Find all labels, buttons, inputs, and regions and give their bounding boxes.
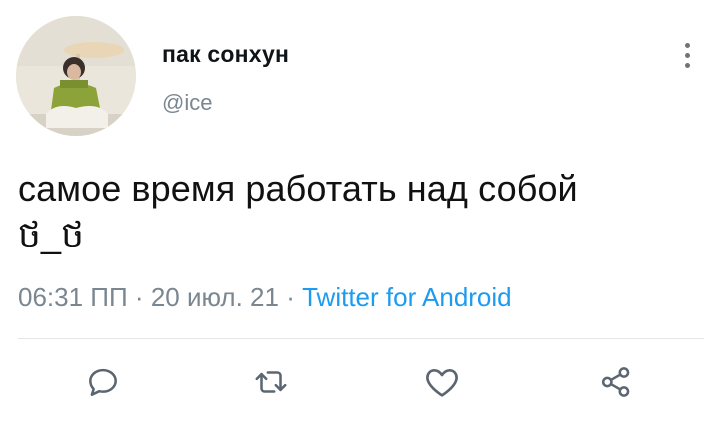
retweet-icon xyxy=(255,371,287,393)
tweet-time: 06:31 ПП xyxy=(18,282,128,312)
share-button[interactable] xyxy=(594,360,638,404)
action-bar xyxy=(0,360,720,404)
reply-icon xyxy=(89,368,117,396)
more-vertical-icon-dot xyxy=(684,52,690,58)
avatar-image xyxy=(16,16,136,136)
like-button[interactable] xyxy=(420,360,464,404)
retweet-button[interactable] xyxy=(249,360,293,404)
tweet-text-line: ថ_ថ xyxy=(18,214,85,255)
tweet-text: самое время работать над собой ថ_ថ xyxy=(18,166,708,258)
more-vertical-icon-dot xyxy=(684,62,690,68)
separator: · xyxy=(134,282,144,312)
more-vertical-icon xyxy=(684,42,690,48)
tweet-card: пак сонхун @ice самое время работать над… xyxy=(0,0,720,436)
tweet-metadata: 06:31 ПП · 20 июл. 21 · Twitter for Andr… xyxy=(18,282,512,313)
tweet-source-link[interactable]: Twitter for Android xyxy=(302,282,512,312)
author-handle[interactable]: @ice xyxy=(162,90,212,116)
tweet-date: 20 июл. 21 xyxy=(150,282,279,312)
heart-icon xyxy=(426,369,458,397)
avatar[interactable] xyxy=(16,16,136,136)
author-display-name[interactable]: пак сонхун xyxy=(162,41,289,68)
share-icon xyxy=(601,367,630,397)
more-options-button[interactable] xyxy=(672,38,702,72)
divider xyxy=(18,338,704,339)
reply-button[interactable] xyxy=(81,360,125,404)
separator: · xyxy=(286,282,295,312)
tweet-text-line: самое время работать над собой xyxy=(18,168,578,209)
